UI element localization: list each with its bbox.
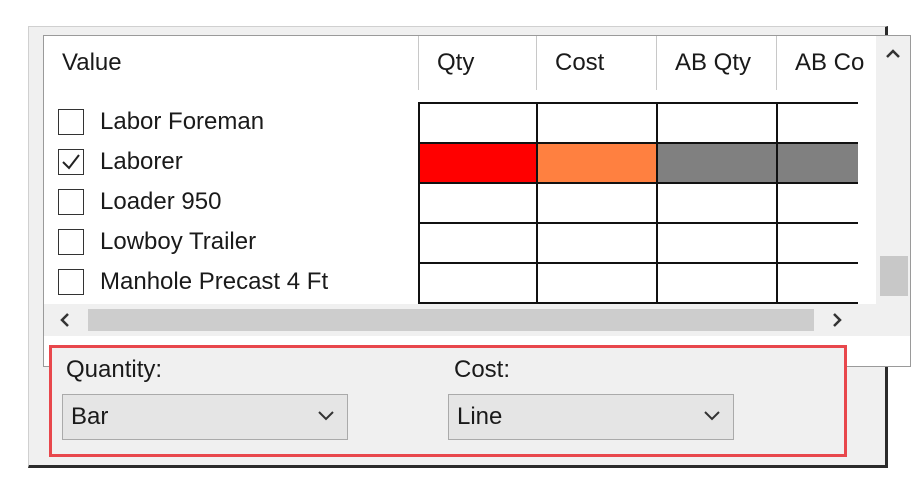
color-cell[interactable]: [658, 144, 778, 184]
list-item[interactable]: Labor Foreman: [44, 102, 404, 142]
check-icon: [62, 154, 80, 170]
color-cell[interactable]: [420, 264, 538, 304]
color-cell[interactable]: [778, 264, 858, 304]
column-header-value[interactable]: Value: [44, 36, 404, 90]
color-cell[interactable]: [538, 144, 658, 184]
color-cell[interactable]: [420, 144, 538, 184]
color-cell[interactable]: [420, 104, 538, 144]
list-item[interactable]: Lowboy Trailer: [44, 222, 404, 262]
list-item[interactable]: Manhole Precast 4 Ft: [44, 262, 404, 302]
color-cell[interactable]: [420, 184, 538, 224]
checkbox-checked[interactable]: [58, 149, 84, 175]
color-cell[interactable]: [538, 184, 658, 224]
chevron-left-icon[interactable]: [50, 304, 80, 336]
color-cell[interactable]: [778, 224, 858, 264]
column-header-ab-qty[interactable]: AB Qty: [656, 36, 776, 90]
value-grid: Value Qty Cost AB Qty AB Co Labor Forema…: [43, 35, 911, 367]
column-header-qty[interactable]: Qty: [418, 36, 536, 90]
quantity-dropdown-value: Bar: [71, 403, 109, 430]
color-cell[interactable]: [778, 184, 858, 224]
chart-type-options: Quantity: Bar Cost: Line: [49, 345, 847, 457]
vertical-scroll-thumb[interactable]: [880, 256, 908, 296]
horizontal-scroll-thumb[interactable]: [88, 309, 814, 331]
chevron-up-icon[interactable]: [876, 42, 910, 66]
cost-label: Cost:: [454, 356, 511, 383]
checkbox[interactable]: [58, 109, 84, 135]
color-cell[interactable]: [538, 224, 658, 264]
color-cell[interactable]: [538, 104, 658, 144]
color-cell[interactable]: [658, 224, 778, 264]
column-header-ab-cost[interactable]: AB Co: [776, 36, 876, 90]
quantity-dropdown[interactable]: Bar: [62, 394, 348, 440]
row-label: Labor Foreman: [100, 108, 265, 135]
cost-dropdown-value: Line: [457, 403, 503, 430]
color-cell[interactable]: [778, 144, 858, 184]
chevron-right-icon[interactable]: [822, 304, 852, 336]
color-cell[interactable]: [538, 264, 658, 304]
color-cells: [418, 102, 858, 314]
row-label: Manhole Precast 4 Ft: [100, 268, 329, 295]
vertical-scrollbar[interactable]: [876, 36, 910, 304]
chevron-down-icon: [703, 409, 721, 427]
row-label: Lowboy Trailer: [100, 228, 257, 255]
chart-settings-panel: Value Qty Cost AB Qty AB Co Labor Forema…: [28, 26, 911, 468]
cost-dropdown[interactable]: Line: [448, 394, 734, 440]
color-cell[interactable]: [658, 104, 778, 144]
color-cell[interactable]: [658, 264, 778, 304]
color-cell[interactable]: [658, 184, 778, 224]
checkbox[interactable]: [58, 229, 84, 255]
row-label: Laborer: [100, 148, 183, 175]
row-label: Loader 950: [100, 188, 222, 215]
checkbox[interactable]: [58, 189, 84, 215]
list-item[interactable]: Loader 950: [44, 182, 404, 222]
color-cell[interactable]: [420, 224, 538, 264]
horizontal-scrollbar[interactable]: [44, 304, 910, 336]
color-cell[interactable]: [778, 104, 858, 144]
chevron-down-icon: [317, 409, 335, 427]
list-item[interactable]: Laborer: [44, 142, 404, 182]
column-header-cost[interactable]: Cost: [536, 36, 656, 90]
checkbox[interactable]: [58, 269, 84, 295]
quantity-label: Quantity:: [66, 356, 163, 383]
